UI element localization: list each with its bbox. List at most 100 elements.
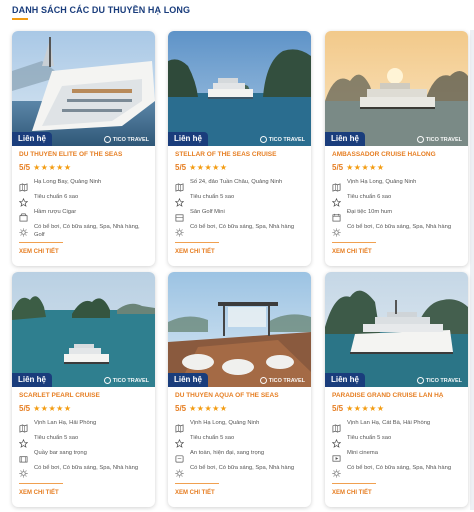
cruise-card[interactable]: Liên hệ TICO TRAVEL SCARLET PEARL CRUISE 5/… <box>12 272 155 507</box>
info-text: Tiêu chuẩn 6 sao <box>34 194 79 200</box>
info-row: Có bể bơi, Có bữa sáng, Spa, Nhà hàng <box>175 465 305 478</box>
map-pin-icon <box>175 179 184 192</box>
info-row: Số 24, đảo Tuần Châu, Quảng Ninh <box>175 179 305 192</box>
info-text: Đại tiệc 10m hum <box>347 209 393 215</box>
sun-icon <box>175 224 184 237</box>
info-text: Có bể bơi, Có bữa sáng, Spa, Nhà hàng <box>347 224 452 230</box>
brand-watermark-text: TICO TRAVEL <box>268 377 305 384</box>
rating: 5/5 ★★★★★ <box>332 163 384 172</box>
view-details-link[interactable]: XEM CHI TIẾT <box>19 490 59 496</box>
info-row: Vịnh Lan Hạ, Cát Bà, Hải Phòng <box>332 420 462 433</box>
contact-button[interactable]: Liên hệ <box>12 132 53 146</box>
contact-button[interactable]: Liên hệ <box>325 373 366 387</box>
info-row: Tiêu chuẩn 5 sao <box>18 435 149 448</box>
brand-logo-icon <box>259 136 267 143</box>
cruise-name[interactable]: DU THUYỀN AQUA OF THE SEAS <box>175 392 307 399</box>
star-outline-icon <box>331 194 342 207</box>
contact-button[interactable]: Liên hệ <box>325 132 366 146</box>
title-underline <box>12 18 28 20</box>
info-row: Tiêu chuẩn 5 sao <box>174 194 305 207</box>
rating: 5/5 ★★★★★ <box>332 404 384 413</box>
brand-watermark: TICO TRAVEL <box>259 377 305 384</box>
shield-icon <box>175 450 184 463</box>
brand-watermark: TICO TRAVEL <box>103 377 149 384</box>
sun-icon <box>332 224 341 237</box>
rating: 5/5 ★★★★★ <box>19 404 71 413</box>
brand-logo-icon <box>416 377 424 384</box>
cruise-photo[interactable]: Liên hệ TICO TRAVEL <box>12 272 155 387</box>
info-text: Có bể bơi, Có bữa sáng, Spa, Nhà hàng <box>190 224 295 230</box>
brand-logo-icon <box>103 377 111 384</box>
info-row: Mini cinema <box>332 450 462 462</box>
brand-watermark-text: TICO TRAVEL <box>112 136 149 143</box>
info-text: Tiêu chuẩn 6 sao <box>347 194 392 200</box>
cruise-name[interactable]: PARADISE GRAND CRUISE LAN HẠ <box>332 392 464 399</box>
bar-icon <box>19 450 28 463</box>
cruise-photo[interactable]: Liên hệ TICO TRAVEL <box>325 272 468 387</box>
rating-score: 5/5 <box>332 404 344 413</box>
cruise-photo[interactable]: Liên hệ TICO TRAVEL <box>168 272 311 387</box>
info-row: Có bể bơi, Có bữa sáng, Spa, Nhà hàng, G… <box>19 224 149 239</box>
cruise-photo[interactable]: Liên hệ TICO TRAVEL <box>168 31 311 146</box>
divider <box>332 242 376 243</box>
rating-stars-icon: ★★★★★ <box>189 163 228 172</box>
cruise-card[interactable]: Liên hệ TICO TRAVEL PARADISE GRAND CRUISE … <box>325 272 468 507</box>
divider <box>175 242 219 243</box>
cruise-photo[interactable]: Liên hệ TICO TRAVEL <box>12 31 155 146</box>
cruise-name[interactable]: STELLAR OF THE SEAS CRUISE <box>175 151 307 158</box>
info-text: Có bể bơi, Có bữa sáng, Spa, Nhà hàng <box>347 465 452 471</box>
view-details-link[interactable]: XEM CHI TIẾT <box>332 490 372 496</box>
info-text: Quầy bar sang trọng <box>34 450 87 456</box>
info-text: Vịnh Lan Hạ, Hải Phòng <box>34 420 97 426</box>
film-icon <box>332 450 341 462</box>
star-outline-icon <box>174 435 185 448</box>
brand-logo-icon <box>416 136 424 143</box>
info-row: Vịnh Lan Hạ, Hải Phòng <box>19 420 149 433</box>
contact-button[interactable]: Liên hệ <box>12 373 53 387</box>
info-text: Tiêu chuẩn 5 sao <box>34 435 79 441</box>
rating-stars-icon: ★★★★★ <box>346 404 385 413</box>
view-details-link[interactable]: XEM CHI TIẾT <box>175 490 215 496</box>
view-details-link[interactable]: XEM CHI TIẾT <box>175 249 215 255</box>
cruise-card[interactable]: Liên hệ TICO TRAVEL DU THUYỀN AQUA OF THE … <box>168 272 311 507</box>
rating-score: 5/5 <box>19 163 31 172</box>
rating-stars-icon: ★★★★★ <box>33 163 72 172</box>
sun-icon <box>175 465 184 478</box>
view-details-link[interactable]: XEM CHI TIẾT <box>19 249 59 255</box>
rating-score: 5/5 <box>175 404 187 413</box>
brand-watermark: TICO TRAVEL <box>259 136 305 143</box>
info-row: Đại tiệc 10m hum <box>332 209 462 222</box>
cruise-photo[interactable]: Liên hệ TICO TRAVEL <box>325 31 468 146</box>
golf-icon <box>175 209 184 222</box>
brand-logo-icon <box>259 377 267 384</box>
info-row: Tiêu chuẩn 5 sao <box>174 435 305 448</box>
info-text: Sân Golf Mini <box>190 209 225 215</box>
cruise-card[interactable]: Liên hệ TICO TRAVEL STELLAR OF THE SEAS CR… <box>168 31 311 266</box>
info-text: Tiêu chuẩn 5 sao <box>190 435 235 441</box>
info-row: Tiêu chuẩn 6 sao <box>331 194 462 207</box>
info-row: Có bể bơi, Có bữa sáng, Spa, Nhà hàng <box>175 224 305 237</box>
info-text: An toàn, hiện đại, sang trọng <box>190 450 265 456</box>
rating-score: 5/5 <box>332 163 344 172</box>
cruise-name[interactable]: DU THUYỀN ELITE OF THE SEAS <box>19 151 151 158</box>
cruise-name[interactable]: AMBASSADOR CRUISE HALONG <box>332 151 464 158</box>
rating-score: 5/5 <box>175 163 187 172</box>
contact-button[interactable]: Liên hệ <box>168 373 209 387</box>
cruise-name[interactable]: SCARLET PEARL CRUISE <box>19 392 151 399</box>
brand-watermark-text: TICO TRAVEL <box>425 136 462 143</box>
info-text: Hầm rượu Cigar <box>34 209 77 215</box>
divider <box>19 242 63 243</box>
cruise-card[interactable]: Liên hệ TICO TRAVEL AMBASSADOR CRUISE HALO… <box>325 31 468 266</box>
contact-button[interactable]: Liên hệ <box>168 132 209 146</box>
brand-watermark-text: TICO TRAVEL <box>425 377 462 384</box>
wine-icon <box>19 209 28 222</box>
info-row: Quầy bar sang trọng <box>19 450 149 463</box>
cruise-list-page: DANH SÁCH CÁC DU THUYỀN HẠ LONG Liên hệ T… <box>0 0 474 512</box>
view-details-link[interactable]: XEM CHI TIẾT <box>332 249 372 255</box>
cruise-card[interactable]: Liên hệ TICO TRAVEL DU THUYỀN ELITE OF THE… <box>12 31 155 266</box>
info-text: Tiêu chuẩn 5 sao <box>347 435 392 441</box>
divider <box>19 483 63 484</box>
rating: 5/5 ★★★★★ <box>19 163 71 172</box>
info-text: Số 24, đảo Tuần Châu, Quảng Ninh <box>190 179 283 185</box>
section-title: DANH SÁCH CÁC DU THUYỀN HẠ LONG <box>12 5 191 15</box>
